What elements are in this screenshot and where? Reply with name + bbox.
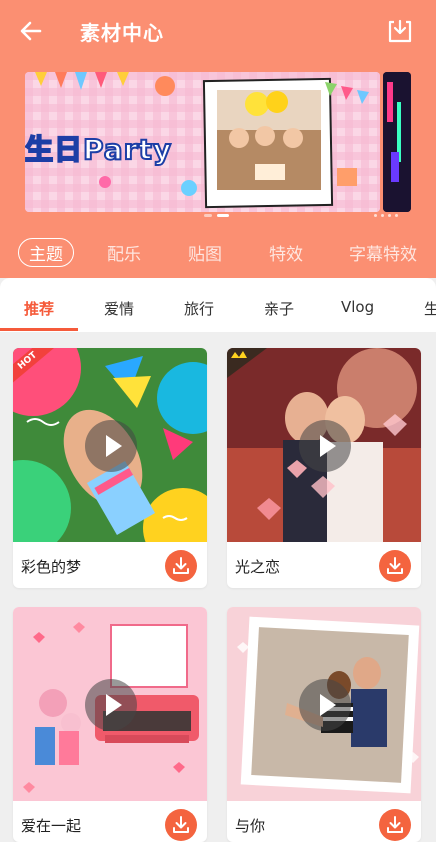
back-arrow-icon[interactable] [18, 18, 44, 44]
tab-subtitle-effects[interactable]: 字幕特效 [349, 240, 417, 265]
subtab-birthday[interactable]: 生 [424, 298, 436, 319]
download-button[interactable] [165, 550, 197, 582]
banner-next-preview[interactable] [383, 72, 411, 212]
play-icon[interactable] [299, 420, 351, 472]
download-icon [387, 557, 403, 574]
category-tabs: 主题 配乐 贴图 特效 字幕特效 [0, 234, 436, 270]
template-name: 与你 [235, 817, 266, 835]
carousel-dot-active [217, 214, 229, 217]
template-thumbnail[interactable] [227, 607, 421, 801]
download-button[interactable] [165, 809, 197, 841]
template-thumbnail[interactable] [13, 607, 207, 801]
play-icon[interactable] [85, 420, 137, 472]
crown-icon [227, 348, 267, 378]
tab-effects[interactable]: 特效 [269, 240, 303, 265]
tab-music[interactable]: 配乐 [107, 240, 141, 265]
play-icon[interactable] [85, 679, 137, 731]
template-card[interactable]: 与你 [227, 607, 421, 842]
subtab-love[interactable]: 爱情 [104, 298, 134, 319]
carousel-indicator-next [374, 214, 398, 217]
carousel-indicator [204, 214, 229, 217]
active-tab-indicator [0, 328, 78, 331]
subtab-travel[interactable]: 旅行 [184, 298, 214, 319]
download-tray-icon[interactable] [386, 17, 414, 45]
download-icon [387, 816, 403, 833]
template-name: 爱在一起 [21, 817, 82, 835]
download-button[interactable] [379, 809, 411, 841]
template-card[interactable]: 爱在一起 [13, 607, 207, 842]
download-icon [173, 816, 189, 833]
carousel-dot [381, 214, 384, 217]
download-button[interactable] [379, 550, 411, 582]
template-name: 光之恋 [235, 558, 281, 576]
banner-carousel[interactable]: 生日Party [25, 72, 380, 212]
banner-title: 生日Party [25, 132, 173, 167]
subtab-vlog[interactable]: Vlog [341, 298, 374, 316]
subtab-parent-child[interactable]: 亲子 [264, 298, 294, 319]
page-title: 素材中心 [80, 21, 164, 45]
carousel-dot [395, 214, 398, 217]
sub-category-tabs: 推荐 爱情 旅行 亲子 Vlog 生 [0, 278, 436, 332]
tab-theme[interactable]: 主题 [18, 238, 74, 267]
subtab-recommended[interactable]: 推荐 [24, 298, 54, 319]
template-card[interactable]: 光之恋 [227, 348, 421, 588]
banner-next-image [383, 72, 411, 212]
download-icon [173, 557, 189, 574]
play-icon[interactable] [299, 679, 351, 731]
carousel-dot [374, 214, 377, 217]
carousel-dot [204, 214, 212, 217]
carousel-dot [388, 214, 391, 217]
template-thumbnail[interactable] [227, 348, 421, 542]
template-name: 彩色的梦 [21, 558, 82, 576]
template-thumbnail[interactable]: HOT [13, 348, 207, 542]
template-card[interactable]: HOT 彩色的梦 [13, 348, 207, 588]
header: 素材中心 生日Party 主题 配乐 贴图 特效 字幕特效 [0, 0, 436, 278]
tab-stickers[interactable]: 贴图 [188, 240, 222, 265]
